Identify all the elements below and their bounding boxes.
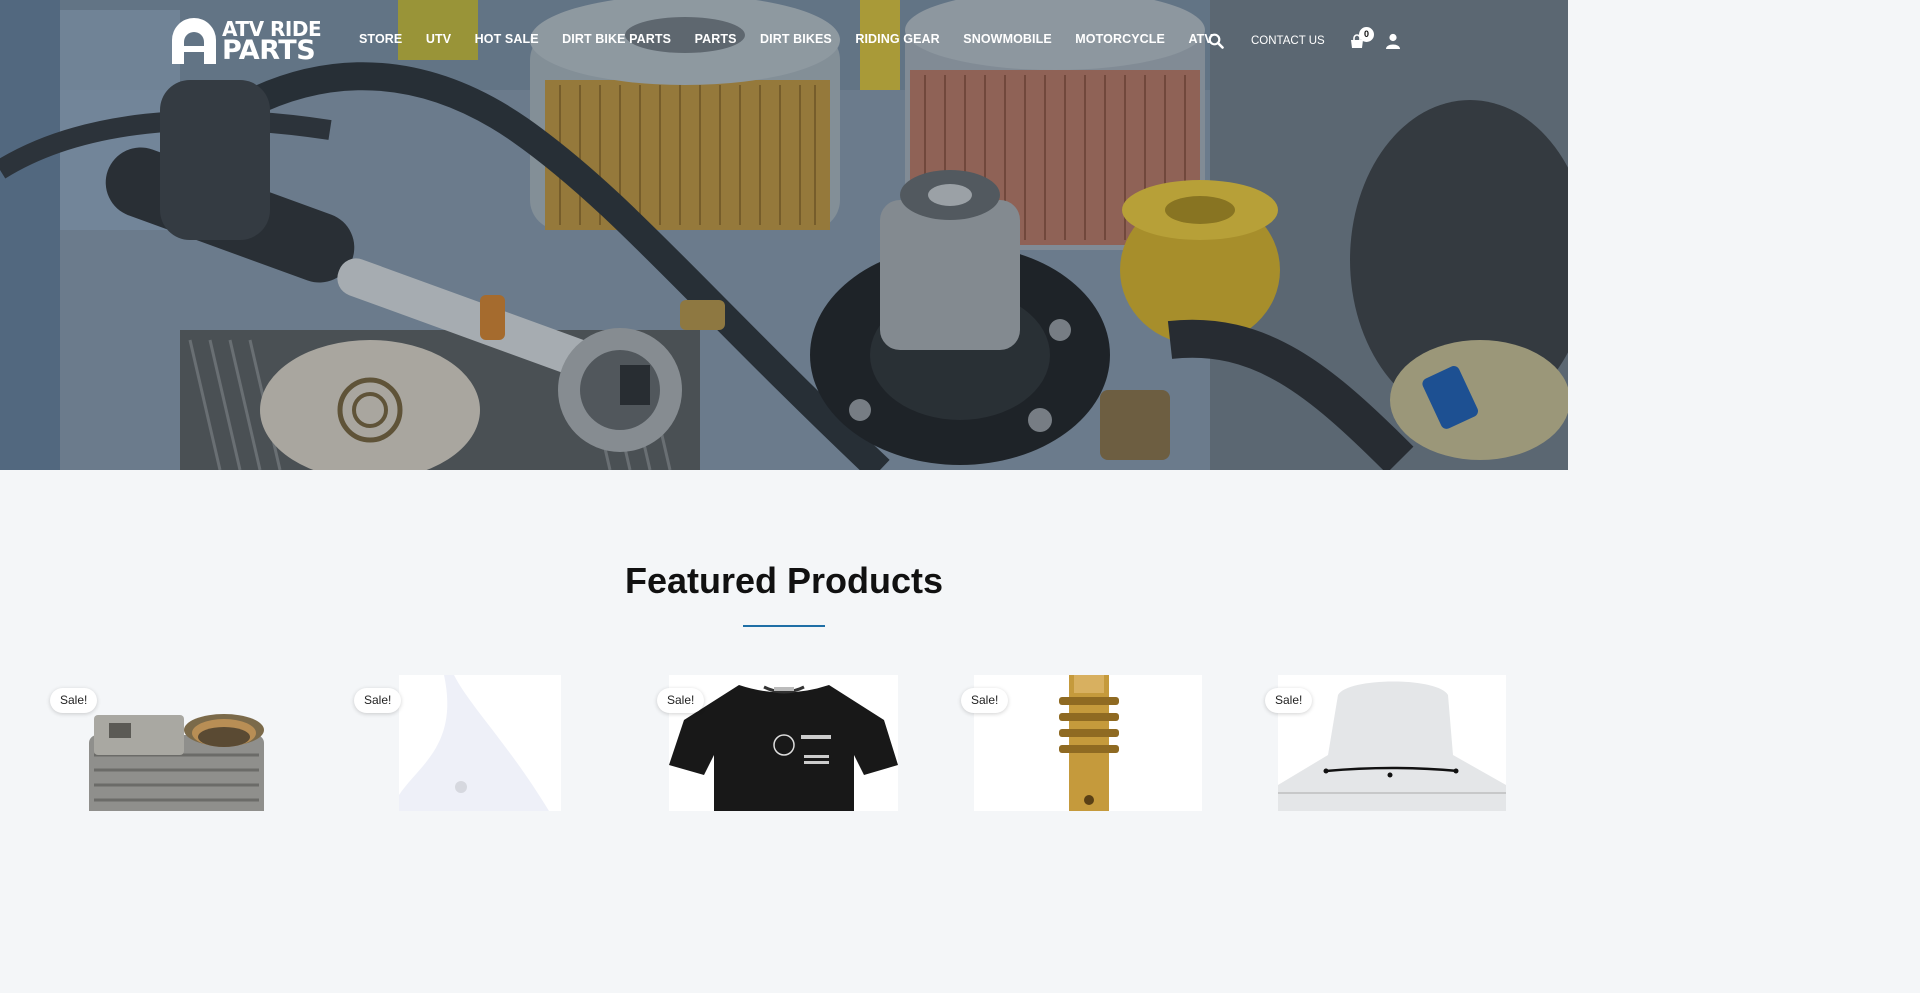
site-logo[interactable]: ATV RIDE PARTS: [170, 16, 330, 68]
white-plastic-fender-image: [399, 675, 561, 811]
product-card[interactable]: [1278, 675, 1506, 811]
brass-carburetor-jet-image: [974, 675, 1202, 811]
product-card[interactable]: [669, 675, 898, 811]
nav-item-utv[interactable]: UTV: [426, 32, 451, 46]
clear-windshield-image: [1278, 675, 1506, 811]
search-icon[interactable]: [1208, 33, 1224, 49]
nav-item-riding-gear[interactable]: RIDING GEAR: [855, 32, 939, 46]
main-nav: STORE UTV HOT SALE DIRT BIKE PARTS PARTS…: [359, 32, 1236, 46]
sale-badge: Sale!: [50, 688, 98, 713]
sale-badge: Sale!: [354, 688, 402, 713]
logo-wordmark: ATV RIDE PARTS: [222, 19, 322, 66]
product-image-clear-windshield[interactable]: [1278, 675, 1506, 811]
sale-badge: Sale!: [1265, 688, 1313, 713]
nav-item-store[interactable]: STORE: [359, 32, 402, 46]
nav-item-dirt-bikes[interactable]: DIRT BIKES: [760, 32, 832, 46]
user-icon[interactable]: [1385, 33, 1401, 49]
product-image-white-plastic-fender[interactable]: [399, 675, 561, 811]
cart-count-badge: 0: [1359, 27, 1374, 42]
black-t-shirt-image: [669, 675, 898, 811]
site-header: ATV RIDE PARTS STORE UTV HOT SALE DIRT B…: [0, 0, 1568, 84]
nav-item-snowmobile[interactable]: SNOWMOBILE: [963, 32, 1052, 46]
sale-badge: Sale!: [657, 688, 705, 713]
nav-item-motorcycle[interactable]: MOTORCYCLE: [1075, 32, 1165, 46]
logo-line-2: PARTS: [222, 34, 316, 66]
product-card[interactable]: [399, 675, 561, 811]
logo-arch-icon: [172, 18, 216, 64]
sale-badge: Sale!: [961, 688, 1009, 713]
nav-item-dirt-bike-parts[interactable]: DIRT BIKE PARTS: [562, 32, 671, 46]
product-image-black-t-shirt[interactable]: [669, 675, 898, 811]
product-card[interactable]: [974, 675, 1202, 811]
contact-us-link[interactable]: CONTACT US: [1251, 35, 1325, 47]
featured-products-title: Featured Products: [624, 560, 944, 601]
product-image-brass-carburetor-jet[interactable]: [974, 675, 1202, 811]
title-underline: [743, 625, 825, 627]
nav-item-hot-sale[interactable]: HOT SALE: [475, 32, 539, 46]
nav-item-parts[interactable]: PARTS: [695, 32, 737, 46]
